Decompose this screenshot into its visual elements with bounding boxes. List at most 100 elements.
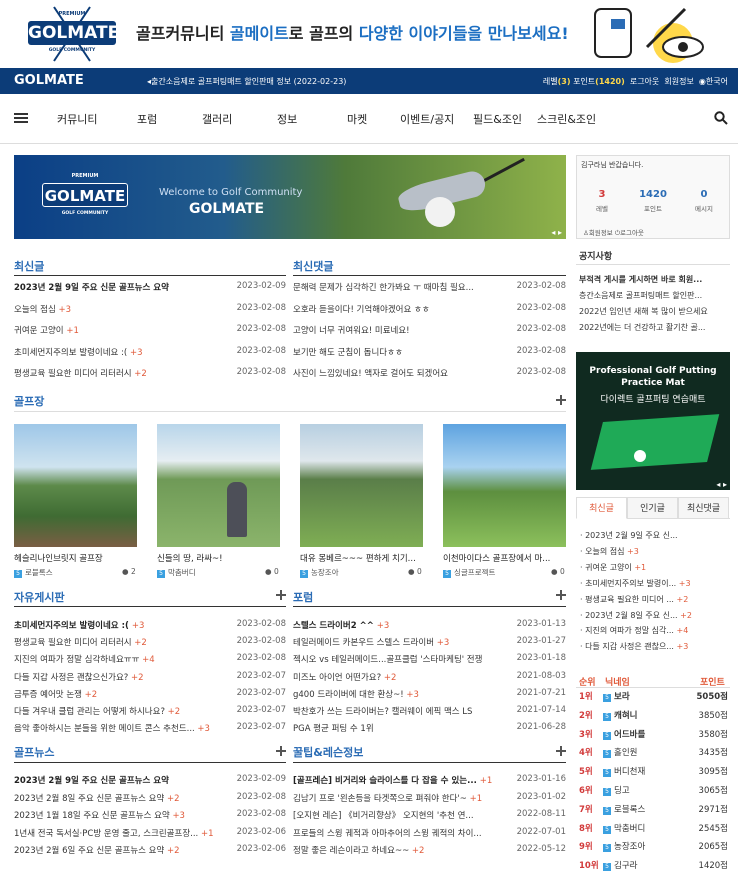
forum-title[interactable]: 포럼	[293, 589, 313, 605]
post-row[interactable]: 오호라 듣을이다! 기억해야겠어요 ㅎㅎ 2023-02-08	[293, 303, 566, 315]
post-title[interactable]: 귀여운 고양이	[14, 326, 66, 336]
side-post-title[interactable]: 귀여운 고양이	[585, 563, 634, 572]
golf-course-photo-2[interactable]	[157, 424, 280, 547]
post-row[interactable]: 2023년 2월 6일 주요 신문 골프뉴스 요약 +2 2023-02-06	[14, 844, 286, 856]
ad-arrows-icon[interactable]: ◂ ▸	[716, 480, 727, 489]
plus-icon[interactable]	[556, 746, 566, 756]
post-title[interactable]: 사진이 느낌있네요! 액자로 걸어도 되겠어요	[293, 369, 448, 379]
post-title[interactable]: 프로들의 스윙 궤적과 아마추어의 스윙 궤적의 차이...	[293, 829, 482, 839]
language-select[interactable]: 한국어	[706, 77, 728, 86]
post-row[interactable]: 문해력 문제가 심각하긴 한가봐요 ㅜ 때마침 필요... 2023-02-08	[293, 281, 566, 293]
post-title[interactable]: 음악 좋아하시는 분들을 위한 메이트 콘스 추천드...	[14, 724, 197, 734]
golf-courses-title[interactable]: 골프장	[14, 393, 44, 409]
post-row[interactable]: 오늘의 점심 +3 2023-02-08	[14, 303, 286, 315]
post-title[interactable]: 고양이 너무 귀여워요! 미료네요!	[293, 326, 410, 336]
post-title[interactable]: 보기만 해도 군침이 돕니다ㅎㅎ	[293, 348, 403, 358]
post-title[interactable]: g400 드라이버에 대한 환상~!	[293, 690, 406, 700]
post-title[interactable]: [오지현 레슨] 《비거리향상》 오지현의 '추천 연...	[293, 811, 474, 821]
gallery-caption[interactable]: 신들의 땅, 라싸~!	[157, 552, 280, 564]
post-title[interactable]: 다들 지갑 사정은 괜찮으신가요?	[14, 673, 131, 683]
side-post-title[interactable]: 오늘의 점심	[585, 547, 627, 556]
post-title[interactable]: 미즈노 아이언 어떤가요?	[293, 673, 384, 683]
nav-events[interactable]: 이벤트/공지	[400, 111, 454, 127]
gallery-caption[interactable]: 이천마이다스 골프장에서 마...	[443, 552, 566, 564]
tab-latest-comments[interactable]: 최신댓글	[678, 497, 729, 519]
post-row[interactable]: 귀여운 고양이 +1 2023-02-08	[14, 324, 286, 336]
member-info-link[interactable]: 회원정보	[664, 77, 693, 86]
logout-link[interactable]: 로그아웃	[620, 229, 644, 237]
banner-arrows-icon[interactable]: ◂ ▸	[551, 228, 562, 237]
post-title[interactable]: 오늘의 점심	[14, 305, 59, 315]
latest-posts-title[interactable]: 최신글	[14, 258, 44, 274]
rank-nick[interactable]: 5 어드바를	[603, 728, 645, 740]
post-row[interactable]: 다들 지갑 사정은 괜찮으신가요? +2 2023-02-07	[14, 671, 286, 683]
rank-nick[interactable]: 5 캐혀니	[603, 709, 637, 721]
post-row[interactable]: 2023년 2월 9일 주요 신문 골프뉴스 요약 2023-02-09	[14, 774, 286, 786]
nav-forum[interactable]: 포럼	[137, 111, 157, 127]
search-icon[interactable]	[714, 111, 728, 125]
post-title[interactable]: 평생교육 필요한 미디어 리터러시	[14, 369, 134, 379]
post-row[interactable]: [오지현 레슨] 《비거리향상》 오지현의 '추천 연... 2022-08-11	[293, 809, 566, 821]
post-title[interactable]: 오호라 듣을이다! 기억해야겠어요 ㅎㅎ	[293, 305, 430, 315]
golf-news-title[interactable]: 골프뉴스	[14, 744, 54, 760]
post-title[interactable]: 2023년 2월 6일 주요 신문 골프뉴스 요약	[14, 846, 167, 856]
notice-item[interactable]: 층간소음제로 골프퍼팅매트 할인판...	[579, 290, 729, 301]
post-row[interactable]: 평생교육 필요한 미디어 리터러시 +2 2023-02-08	[14, 636, 286, 648]
notice-item[interactable]: 2022년에는 더 건강하고 활기찬 골...	[579, 322, 729, 333]
post-title[interactable]: 김남기 프로 '왼손등을 타겟쪽으로 펴줘야 한다'~	[293, 794, 470, 804]
tab-popular[interactable]: 인기글	[627, 497, 678, 519]
side-post-row[interactable]: · 오늘의 점심 +3	[580, 546, 730, 557]
post-title[interactable]: 초미세먼지주의보 발령이네요 :(	[14, 621, 132, 631]
post-title[interactable]: 테일러메이드 카본우드 스텔스 드라이버	[293, 638, 437, 648]
nav-info[interactable]: 정보	[277, 111, 297, 127]
side-post-row[interactable]: · 2023년 2월 8일 주요 신... +2	[580, 610, 730, 621]
bar-logo[interactable]: GOLMATE	[14, 73, 84, 88]
post-title[interactable]: 다들 겨우내 클럽 관리는 어떻게 하시나요?	[14, 707, 168, 717]
hamburger-menu-icon[interactable]	[14, 111, 28, 125]
side-post-title[interactable]: 초미세먼지주의보 발령이...	[585, 579, 679, 588]
notice-item[interactable]: 부적격 게시를 게시하면 바로 회원...	[579, 274, 729, 285]
post-row[interactable]: 다들 겨우내 클럽 관리는 어떻게 하시나요? +2 2023-02-07	[14, 705, 286, 717]
post-row[interactable]: 박찬호가 쓰는 드라이버는? 캘러웨이 에픽 맥스 LS 2021-07-14	[293, 705, 566, 717]
nav-community[interactable]: 커뮤니티	[57, 111, 97, 127]
post-row[interactable]: 프로들의 스윙 궤적과 아마추어의 스윙 궤적의 차이... 2022-07-01	[293, 827, 566, 839]
golf-course-photo-3[interactable]	[300, 424, 423, 547]
rank-nick[interactable]: 5 로블록스	[603, 803, 645, 815]
post-row[interactable]: 2023년 2월 9일 주요 신문 골프뉴스 요약 2023-02-09	[14, 281, 286, 293]
post-title[interactable]: 젝시오 vs 테일러메이드...골프클럽 '스타마케팅' 전쟁	[293, 655, 482, 665]
side-post-row[interactable]: · 2023년 2월 9일 주요 신...	[580, 530, 730, 541]
side-post-title[interactable]: 다들 지갑 사정은 괜찮으...	[585, 642, 676, 651]
tab-latest[interactable]: 최신글	[576, 497, 627, 519]
post-title[interactable]: 스텔스 드라이버2 ^^	[293, 621, 377, 631]
post-title[interactable]: 박찬호가 쓰는 드라이버는? 캘러웨이 에픽 맥스 LS	[293, 707, 472, 717]
post-row[interactable]: 정말 좋은 레슨이라고 하네요~~ +2 2022-05-12	[293, 844, 566, 856]
plus-icon[interactable]	[556, 590, 566, 600]
post-row[interactable]: 2023년 1월 18일 주요 신문 골프뉴스 요약 +3 2023-02-08	[14, 809, 286, 821]
post-row[interactable]: 고양이 너무 귀여워요! 미료네요! 2023-02-08	[293, 324, 566, 336]
side-post-title[interactable]: 평생교육 필요한 미디어 ...	[585, 595, 676, 604]
post-title[interactable]: 문해력 문제가 심각하긴 한가봐요 ㅜ 때마침 필요...	[293, 283, 474, 293]
post-title[interactable]: 지진의 여파가 정말 심각하네요ㅠㅠ	[14, 655, 142, 665]
plus-icon[interactable]	[556, 395, 566, 405]
rank-nick[interactable]: 5 농장조아	[603, 840, 645, 853]
post-row[interactable]: 초미세먼지주의보 발령이네요 :( +3 2023-02-08	[14, 346, 286, 358]
post-title[interactable]: 2023년 2월 9일 주요 신문 골프뉴스 요약	[14, 283, 169, 293]
gallery-caption[interactable]: 헤슬리나인브릿지 골프장	[14, 552, 137, 564]
post-title[interactable]: [골프레슨] 비거리와 슬라이스를 다 잡을 수 있는...	[293, 776, 480, 786]
post-row[interactable]: 젝시오 vs 테일러메이드...골프클럽 '스타마케팅' 전쟁 2023-01-1…	[293, 653, 566, 665]
post-row[interactable]: 금투증 예어맛 논쟁 +2 2023-02-07	[14, 688, 286, 700]
post-title[interactable]: 2023년 2월 9일 주요 신문 골프뉴스 요약	[14, 776, 169, 786]
post-title[interactable]: 2023년 1월 18일 주요 신문 골프뉴스 요약	[14, 811, 172, 821]
post-row[interactable]: g400 드라이버에 대한 환상~! +3 2021-07-21	[293, 688, 566, 700]
post-row[interactable]: 2023년 2월 8일 주요 신문 골프뉴스 요약 +2 2023-02-08	[14, 792, 286, 804]
post-row[interactable]: 보기만 해도 군침이 돕니다ㅎㅎ 2023-02-08	[293, 346, 566, 358]
post-row[interactable]: 1년새 전국 독서실·PC방 운영 줄고, 스크린골프장... +1 2023-0…	[14, 827, 286, 839]
post-title[interactable]: 평생교육 필요한 미디어 리터러시	[14, 638, 134, 648]
notice-item[interactable]: 2022년 임인년 새해 복 많이 받으세요	[579, 306, 729, 317]
side-post-row[interactable]: · 다들 지갑 사정은 괜찮으... +3	[580, 641, 730, 652]
side-post-title[interactable]: 2023년 2월 9일 주요 신...	[585, 531, 678, 540]
nav-market[interactable]: 마켓	[347, 111, 367, 127]
side-post-title[interactable]: 지진의 여파가 정말 심각...	[585, 626, 676, 635]
nav-screen-join[interactable]: 스크린&조인	[537, 111, 596, 127]
rank-nick[interactable]: 5 김구라	[603, 859, 637, 871]
